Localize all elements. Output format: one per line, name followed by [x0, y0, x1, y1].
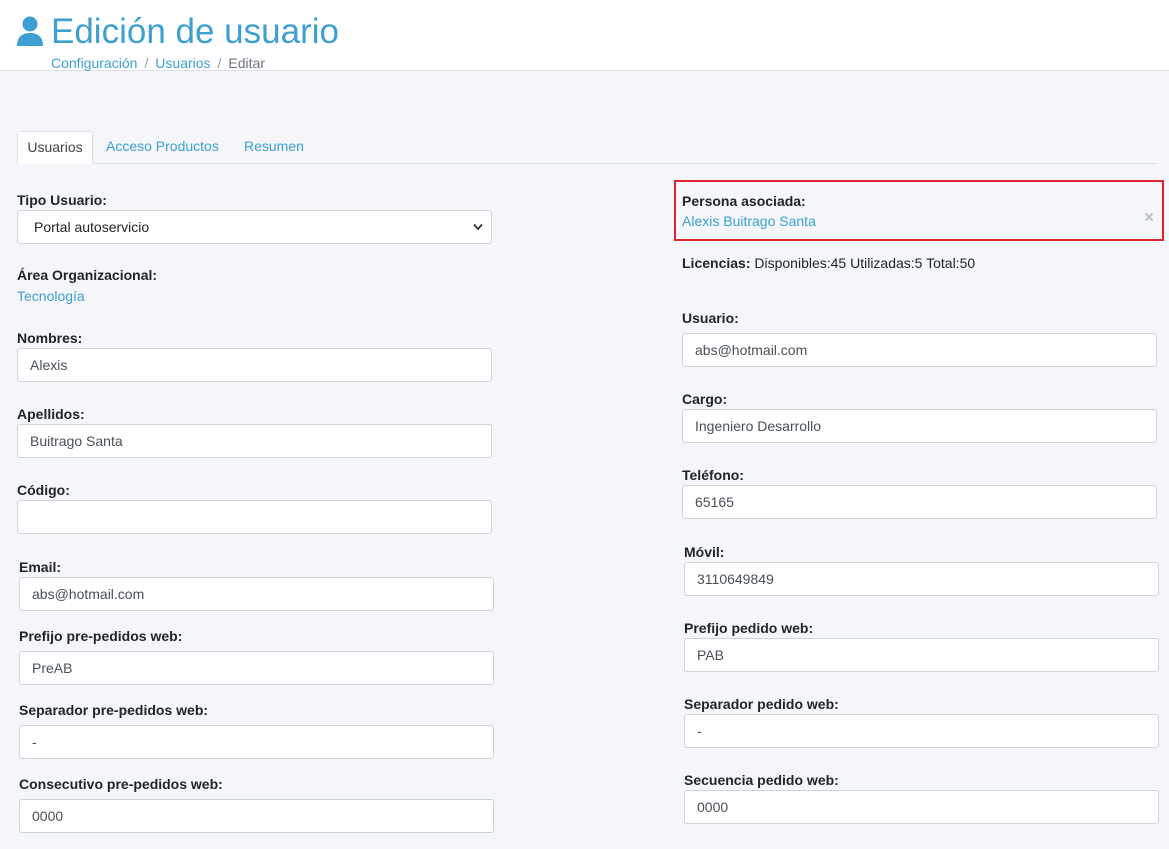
- user-icon: [17, 16, 43, 46]
- breadcrumb: Configuración / Usuarios / Editar: [51, 54, 265, 72]
- separador-pedido-input[interactable]: [684, 714, 1159, 748]
- close-icon[interactable]: [1144, 212, 1154, 222]
- area-organizacional-link[interactable]: Tecnología: [17, 287, 85, 305]
- apellidos-input[interactable]: [17, 424, 492, 458]
- prefijo-pedido-label: Prefijo pedido web:: [684, 620, 814, 636]
- tab-usuarios[interactable]: Usuarios: [17, 131, 93, 164]
- breadcrumb-usuarios[interactable]: Usuarios: [155, 55, 210, 71]
- prefijo-pedido-input[interactable]: [684, 638, 1159, 672]
- codigo-input[interactable]: [17, 500, 492, 534]
- movil-input[interactable]: [684, 562, 1159, 596]
- movil-label: Móvil:: [684, 544, 725, 560]
- codigo-label: Código:: [17, 482, 70, 498]
- telefono-input[interactable]: [682, 485, 1157, 519]
- breadcrumb-editar: Editar: [228, 55, 265, 71]
- page-title: Edición de usuario: [51, 12, 339, 51]
- email-input[interactable]: [19, 577, 494, 611]
- licencias-value: Disponibles:45 Utilizadas:5 Total:50: [754, 255, 976, 271]
- breadcrumb-separator: /: [217, 55, 222, 71]
- separador-pre-pedidos-input[interactable]: [19, 725, 494, 759]
- email-label: Email:: [19, 559, 62, 575]
- consecutivo-pre-pedidos-input[interactable]: [19, 799, 494, 833]
- usuario-input[interactable]: [682, 333, 1157, 367]
- persona-asociada-link[interactable]: Alexis Buitrago Santa: [682, 212, 816, 230]
- secuencia-pedido-label: Secuencia pedido web:: [684, 772, 839, 788]
- usuario-label: Usuario:: [682, 310, 739, 326]
- secuencia-pedido-input[interactable]: [684, 790, 1159, 824]
- licencias-label: Licencias:: [682, 255, 751, 271]
- tab-resumen[interactable]: Resumen: [244, 131, 304, 163]
- apellidos-label: Apellidos:: [17, 406, 85, 422]
- cargo-input[interactable]: [682, 409, 1157, 443]
- area-organizacional-label: Área Organizacional:: [17, 267, 158, 283]
- consecutivo-pre-pedidos-label: Consecutivo pre-pedidos web:: [19, 776, 223, 792]
- separador-pedido-label: Separador pedido web:: [684, 696, 839, 712]
- tab-acceso-productos[interactable]: Acceso Productos: [106, 131, 219, 163]
- cargo-label: Cargo:: [682, 391, 728, 407]
- tab-bar: Usuarios Acceso Productos Resumen: [17, 131, 1157, 164]
- tipo-usuario-value: Portal autoservicio: [34, 219, 150, 235]
- persona-asociada-label: Persona asociada:: [682, 193, 806, 209]
- licencias-summary: Licencias: Disponibles:45 Utilizadas:5 T…: [682, 254, 975, 272]
- breadcrumb-separator: /: [144, 55, 149, 71]
- page-header: Edición de usuario Configuración / Usuario…: [0, 0, 1169, 71]
- chevron-down-icon: [473, 223, 483, 231]
- telefono-label: Teléfono:: [682, 467, 744, 483]
- persona-asociada-box: Persona asociada: Alexis Buitrago Santa: [674, 180, 1164, 241]
- separador-pre-pedidos-label: Separador pre-pedidos web:: [19, 702, 209, 718]
- prefijo-pre-pedidos-label: Prefijo pre-pedidos web:: [19, 628, 183, 644]
- breadcrumb-configuracion[interactable]: Configuración: [51, 55, 137, 71]
- tipo-usuario-select[interactable]: Portal autoservicio: [17, 210, 492, 244]
- nombres-input[interactable]: [17, 348, 492, 382]
- prefijo-pre-pedidos-input[interactable]: [19, 651, 494, 685]
- tipo-usuario-label: Tipo Usuario:: [17, 192, 107, 208]
- nombres-label: Nombres:: [17, 330, 83, 346]
